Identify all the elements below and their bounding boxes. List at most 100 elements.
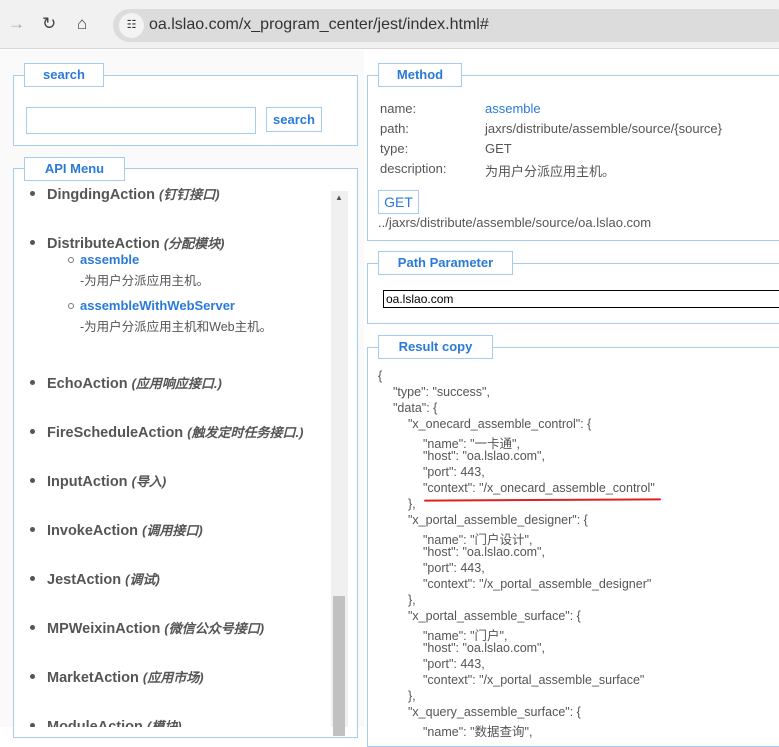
menu-item[interactable]: JestAction (调试) bbox=[30, 569, 160, 588]
menu-item-desc: (应用响应接口.) bbox=[131, 376, 222, 391]
json-line: "host": "oa.lslao.com", bbox=[423, 449, 545, 463]
url-text[interactable]: oa.lslao.com/x_program_center/jest/index… bbox=[149, 16, 489, 34]
bullet-icon bbox=[30, 478, 35, 483]
bullet-icon bbox=[30, 674, 35, 679]
menu-item-name: InputAction bbox=[47, 474, 128, 490]
method-path: jaxrs/distribute/assemble/source/{source… bbox=[485, 121, 723, 136]
menu-item-name: DistributeAction bbox=[47, 236, 160, 252]
menu-item-desc: (微信公众号接口) bbox=[164, 621, 265, 636]
menu-item[interactable]: DingdingAction (钉钉接口) bbox=[30, 184, 220, 203]
api-menu-list: DingdingAction (钉钉接口) DistributeAction (分… bbox=[14, 182, 330, 727]
menu-item[interactable]: MPWeixinAction (微信公众号接口) bbox=[30, 618, 265, 637]
json-line: "context": "/x_onecard_assemble_control" bbox=[423, 481, 655, 495]
menu-item[interactable]: InputAction (导入) bbox=[30, 471, 167, 490]
menu-item-name: MarketAction bbox=[47, 670, 139, 686]
label: path: bbox=[380, 121, 409, 136]
tune-icon[interactable]: ☷ bbox=[119, 13, 144, 38]
method-name: assemble bbox=[485, 101, 541, 116]
json-line: "host": "oa.lslao.com", bbox=[423, 641, 545, 655]
bullet-icon bbox=[30, 527, 35, 532]
scrollbar-thumb[interactable] bbox=[333, 596, 345, 736]
json-line: }, bbox=[408, 689, 416, 703]
search-input[interactable] bbox=[26, 107, 256, 134]
request-url: ../jaxrs/distribute/assemble/source/oa.l… bbox=[378, 215, 652, 230]
method-description: 为用户分派应用主机。 bbox=[485, 164, 616, 179]
arrow-right-icon[interactable]: → bbox=[8, 14, 25, 34]
menu-item-name: MPWeixinAction bbox=[47, 621, 161, 637]
menu-item-desc: (分配模块) bbox=[163, 236, 225, 251]
browser-toolbar: → ↻ ⌂ ☷ oa.lslao.com/x_program_center/je… bbox=[0, 0, 779, 49]
menu-item-name: InvokeAction bbox=[47, 523, 139, 539]
menu-item-name: ModuleAction bbox=[47, 719, 143, 727]
menu-item[interactable]: InvokeAction (调用接口) bbox=[30, 520, 203, 539]
json-line: "context": "/x_portal_assemble_surface" bbox=[423, 673, 645, 687]
json-line: "name": "数据查询", bbox=[423, 725, 533, 739]
submenu-item-desc: -为用户分派应用主机。 bbox=[80, 274, 210, 288]
circle-bullet-icon bbox=[68, 303, 74, 309]
json-line: "port": 443, bbox=[423, 465, 485, 479]
source-parameter-input[interactable] bbox=[383, 290, 779, 308]
home-icon[interactable]: ⌂ bbox=[77, 14, 87, 34]
json-line: }, bbox=[408, 497, 416, 511]
menu-item-desc: (触发定时任务接口.) bbox=[187, 425, 304, 440]
menu-item-desc: (钉钉接口) bbox=[158, 187, 220, 202]
menu-item[interactable]: MarketAction (应用市场) bbox=[30, 667, 204, 686]
submenu-item-name[interactable]: assembleWithWebServer bbox=[80, 298, 272, 313]
json-line: }, bbox=[408, 593, 416, 607]
circle-bullet-icon bbox=[68, 257, 74, 263]
method-type: GET bbox=[485, 141, 512, 156]
result-copy-legend[interactable]: Result copy bbox=[378, 335, 493, 359]
menu-item-name: EchoAction bbox=[47, 376, 128, 392]
json-line: "port": 443, bbox=[423, 657, 485, 671]
menu-item-desc: (导入) bbox=[131, 474, 167, 489]
reload-icon[interactable]: ↻ bbox=[42, 14, 56, 34]
scroll-up-icon[interactable]: ▲ bbox=[335, 193, 343, 202]
api-menu-legend: API Menu bbox=[24, 157, 125, 181]
submenu-item-desc: -为用户分派应用主机和Web主机。 bbox=[80, 320, 273, 334]
address-bar[interactable]: ☷ oa.lslao.com/x_program_center/jest/ind… bbox=[113, 9, 779, 42]
label: type: bbox=[380, 141, 409, 156]
json-line: "x_onecard_assemble_control": { bbox=[408, 417, 592, 431]
path-parameter-legend: Path Parameter bbox=[378, 251, 513, 275]
menu-item-name: DingdingAction bbox=[47, 187, 155, 203]
json-line: "host": "oa.lslao.com", bbox=[423, 545, 545, 559]
method-name-row: name: assemble bbox=[380, 101, 541, 116]
menu-item-name: FireScheduleAction bbox=[47, 425, 184, 441]
bullet-icon bbox=[30, 380, 35, 385]
bullet-icon bbox=[30, 240, 35, 245]
submenu-item[interactable]: assemble -为用户分派应用主机。 bbox=[68, 252, 210, 289]
label: name: bbox=[380, 101, 417, 116]
json-line: "port": 443, bbox=[423, 561, 485, 575]
submenu-item[interactable]: assembleWithWebServer -为用户分派应用主机和Web主机。 bbox=[68, 298, 273, 335]
json-line: "x_portal_assemble_surface": { bbox=[408, 609, 581, 623]
menu-item-desc: (调试) bbox=[125, 572, 160, 587]
menu-scrollbar[interactable]: ▲ bbox=[331, 191, 348, 736]
method-desc-row: description: 为用户分派应用主机。 bbox=[380, 161, 615, 179]
menu-item-desc: (模块) bbox=[146, 719, 182, 727]
method-legend: Method bbox=[378, 63, 462, 87]
json-line: "x_portal_assemble_designer": { bbox=[408, 513, 588, 527]
menu-item-desc: (调用接口) bbox=[142, 523, 203, 538]
bullet-icon bbox=[30, 625, 35, 630]
json-line: "x_query_assemble_surface": { bbox=[408, 705, 581, 719]
menu-item[interactable]: EchoAction (应用响应接口.) bbox=[30, 373, 222, 392]
menu-item[interactable]: ModuleAction (模块) bbox=[30, 716, 182, 727]
bullet-icon bbox=[30, 429, 35, 434]
bullet-icon bbox=[30, 576, 35, 581]
get-button[interactable]: GET bbox=[378, 190, 419, 214]
menu-item-name: JestAction bbox=[47, 572, 122, 588]
submenu-item-name[interactable]: assemble bbox=[80, 252, 209, 267]
search-legend: search bbox=[24, 63, 104, 87]
bullet-icon bbox=[30, 723, 35, 727]
json-line: { bbox=[378, 369, 383, 383]
method-path-row: path: jaxrs/distribute/assemble/source/{s… bbox=[380, 121, 722, 136]
method-type-row: type: GET bbox=[380, 141, 512, 156]
menu-item[interactable]: DistributeAction (分配模块) bbox=[30, 233, 225, 252]
label: description: bbox=[380, 161, 447, 176]
json-line: "data": { bbox=[393, 401, 438, 415]
menu-item[interactable]: FireScheduleAction (触发定时任务接口.) bbox=[30, 422, 304, 441]
search-button[interactable]: search bbox=[266, 107, 322, 132]
json-line: "context": "/x_portal_assemble_designer" bbox=[423, 577, 652, 591]
bullet-icon bbox=[30, 191, 35, 196]
menu-item-desc: (应用市场) bbox=[142, 670, 204, 685]
